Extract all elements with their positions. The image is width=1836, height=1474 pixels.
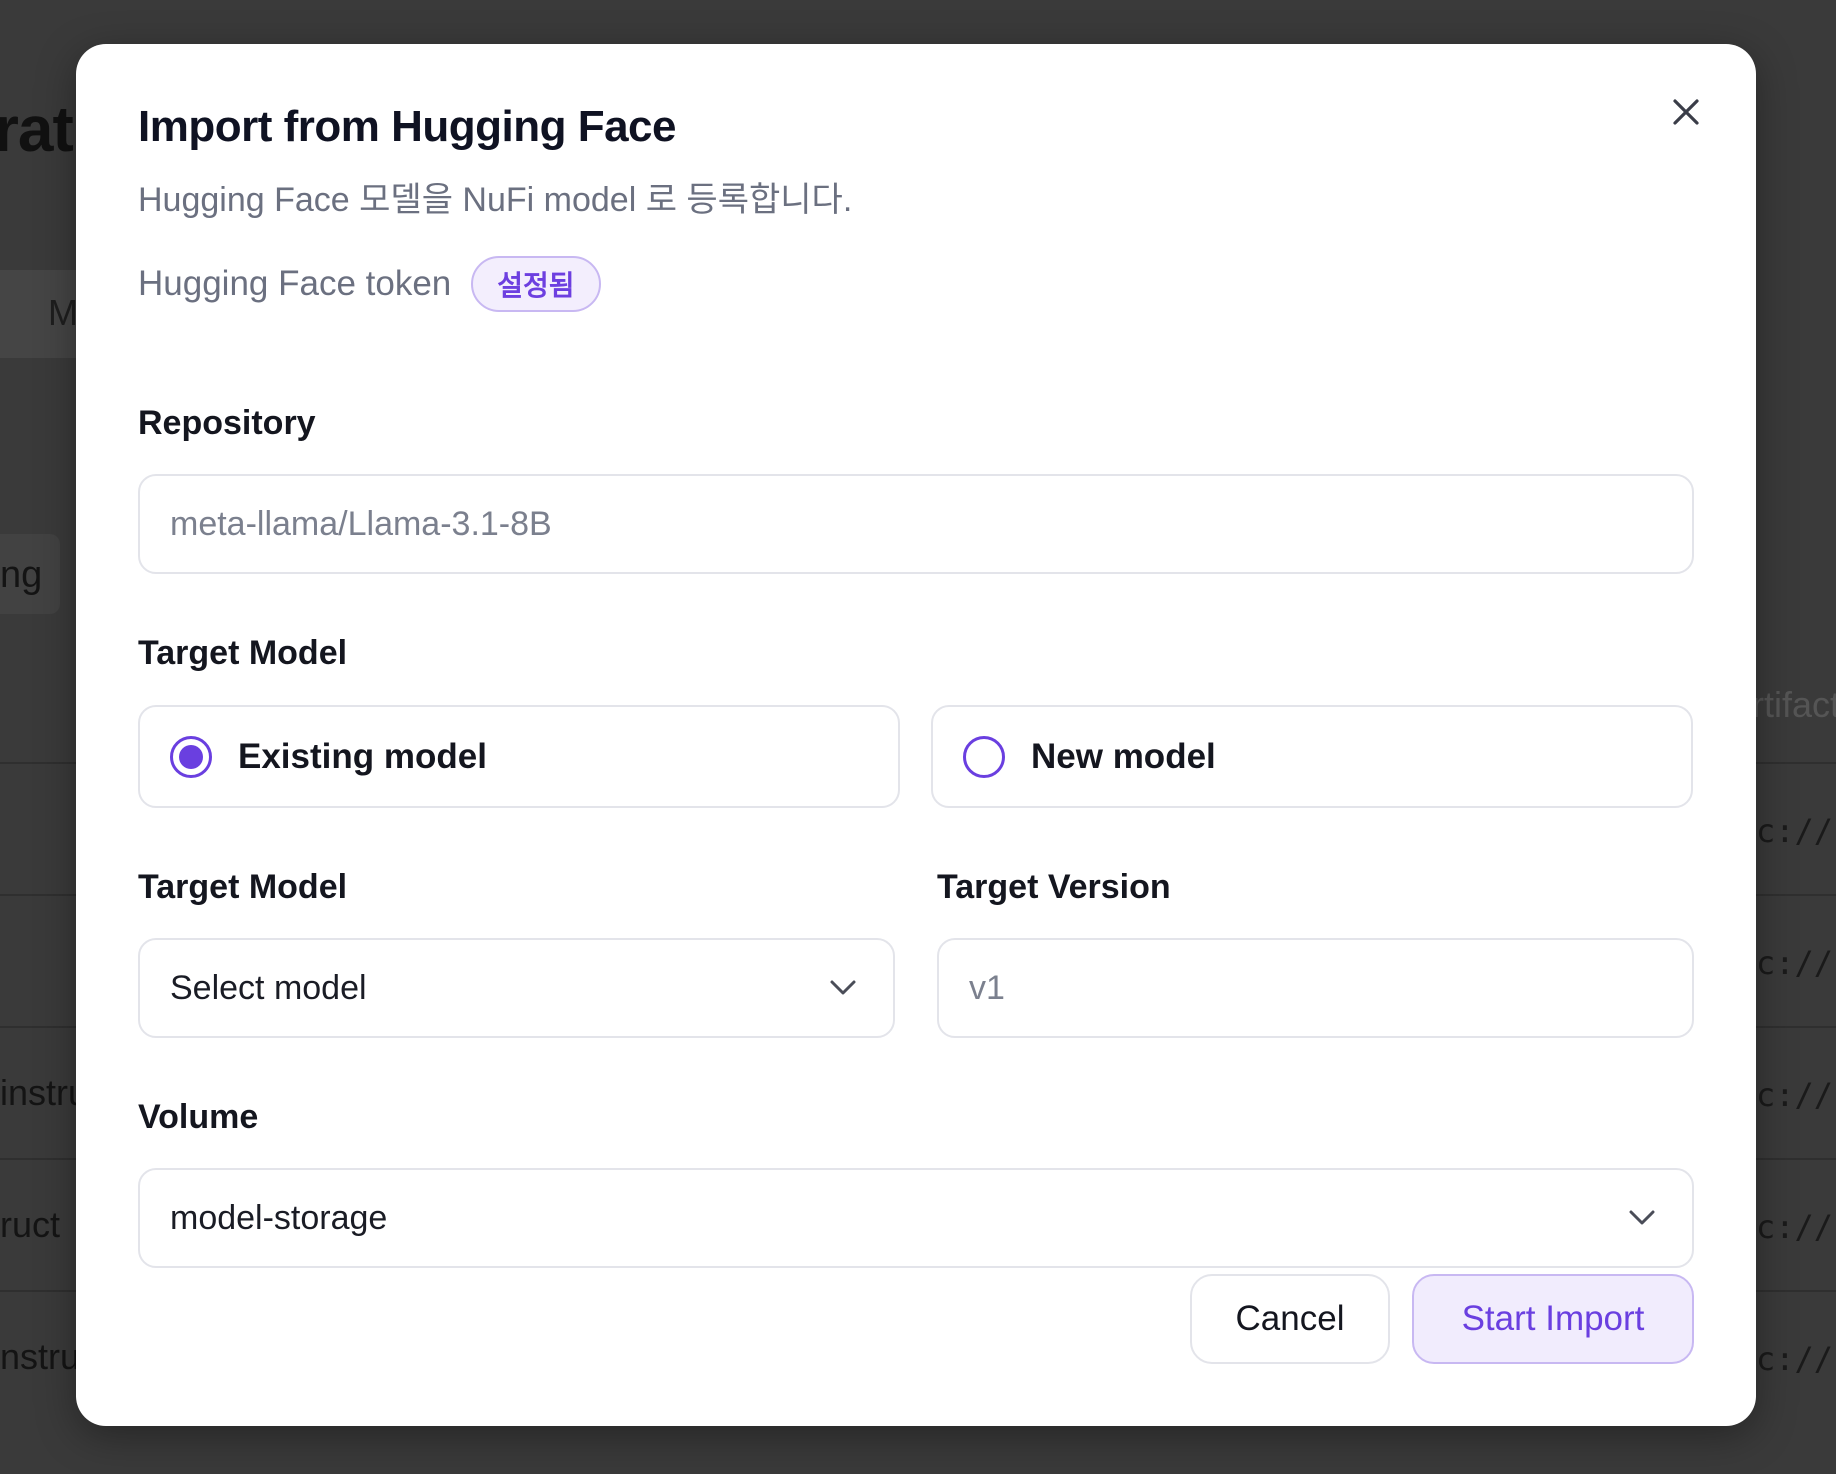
close-button[interactable]	[1662, 88, 1710, 136]
background-chip-label: M	[48, 292, 78, 333]
background-row-name: instru	[0, 1072, 89, 1113]
radio-new-model[interactable]: New model	[931, 705, 1693, 808]
background-row-name: nstru	[0, 1336, 81, 1377]
modal-title: Import from Hugging Face	[138, 102, 677, 151]
background-page-title: rat	[0, 93, 74, 165]
radio-selected-dot	[179, 744, 203, 769]
background-row-name: ruct	[0, 1204, 61, 1245]
cancel-button[interactable]: Cancel	[1190, 1274, 1390, 1364]
volume-select[interactable]: model-storage	[138, 1168, 1694, 1268]
background-row-artifact: c://r	[1756, 944, 1836, 982]
target-version-placeholder: v1	[969, 968, 1005, 1007]
volume-select-value: model-storage	[170, 1198, 388, 1237]
token-status-badge: 설정됨	[471, 256, 601, 312]
background-row-artifact: c://r	[1756, 1076, 1836, 1114]
radio-existing-model-label: Existing model	[238, 736, 487, 776]
close-icon	[1673, 99, 1699, 125]
background-column-header: rtifact	[1752, 684, 1836, 725]
modal-subtitle: Hugging Face 모델을 NuFi model 로 등록합니다.	[138, 181, 853, 219]
background-tab-label: ng	[0, 554, 43, 596]
radio-button-unchecked[interactable]	[963, 735, 1005, 778]
token-label: Hugging Face token	[138, 264, 452, 303]
target-version-input[interactable]: v1	[937, 938, 1694, 1038]
repository-placeholder: meta-llama/Llama-3.1-8B	[170, 504, 552, 543]
target-version-label: Target Version	[937, 868, 1171, 906]
chevron-down-icon	[1629, 1210, 1655, 1225]
radio-button-checked[interactable]	[170, 735, 212, 778]
repository-label: Repository	[138, 404, 316, 442]
target-model-select-label: Target Model	[138, 868, 348, 906]
chevron-down-icon	[830, 980, 856, 995]
background-row-artifact: c://r	[1756, 1340, 1836, 1378]
token-status-row: Hugging Face token 설정됨	[138, 256, 601, 312]
background-row-artifact: c://r	[1756, 1208, 1836, 1246]
start-import-button[interactable]: Start Import	[1412, 1274, 1694, 1364]
radio-new-model-label: New model	[1031, 736, 1216, 776]
import-modal: Import from Hugging Face Hugging Face 모델…	[76, 44, 1756, 1426]
target-model-select-value: Select model	[170, 968, 367, 1007]
repository-input[interactable]: meta-llama/Llama-3.1-8B	[138, 474, 1694, 574]
radio-existing-model[interactable]: Existing model	[138, 705, 900, 808]
target-model-select[interactable]: Select model	[138, 938, 895, 1038]
background-row-artifact: c://r	[1756, 812, 1836, 850]
volume-label: Volume	[138, 1098, 259, 1136]
target-model-choice-label: Target Model	[138, 634, 348, 672]
